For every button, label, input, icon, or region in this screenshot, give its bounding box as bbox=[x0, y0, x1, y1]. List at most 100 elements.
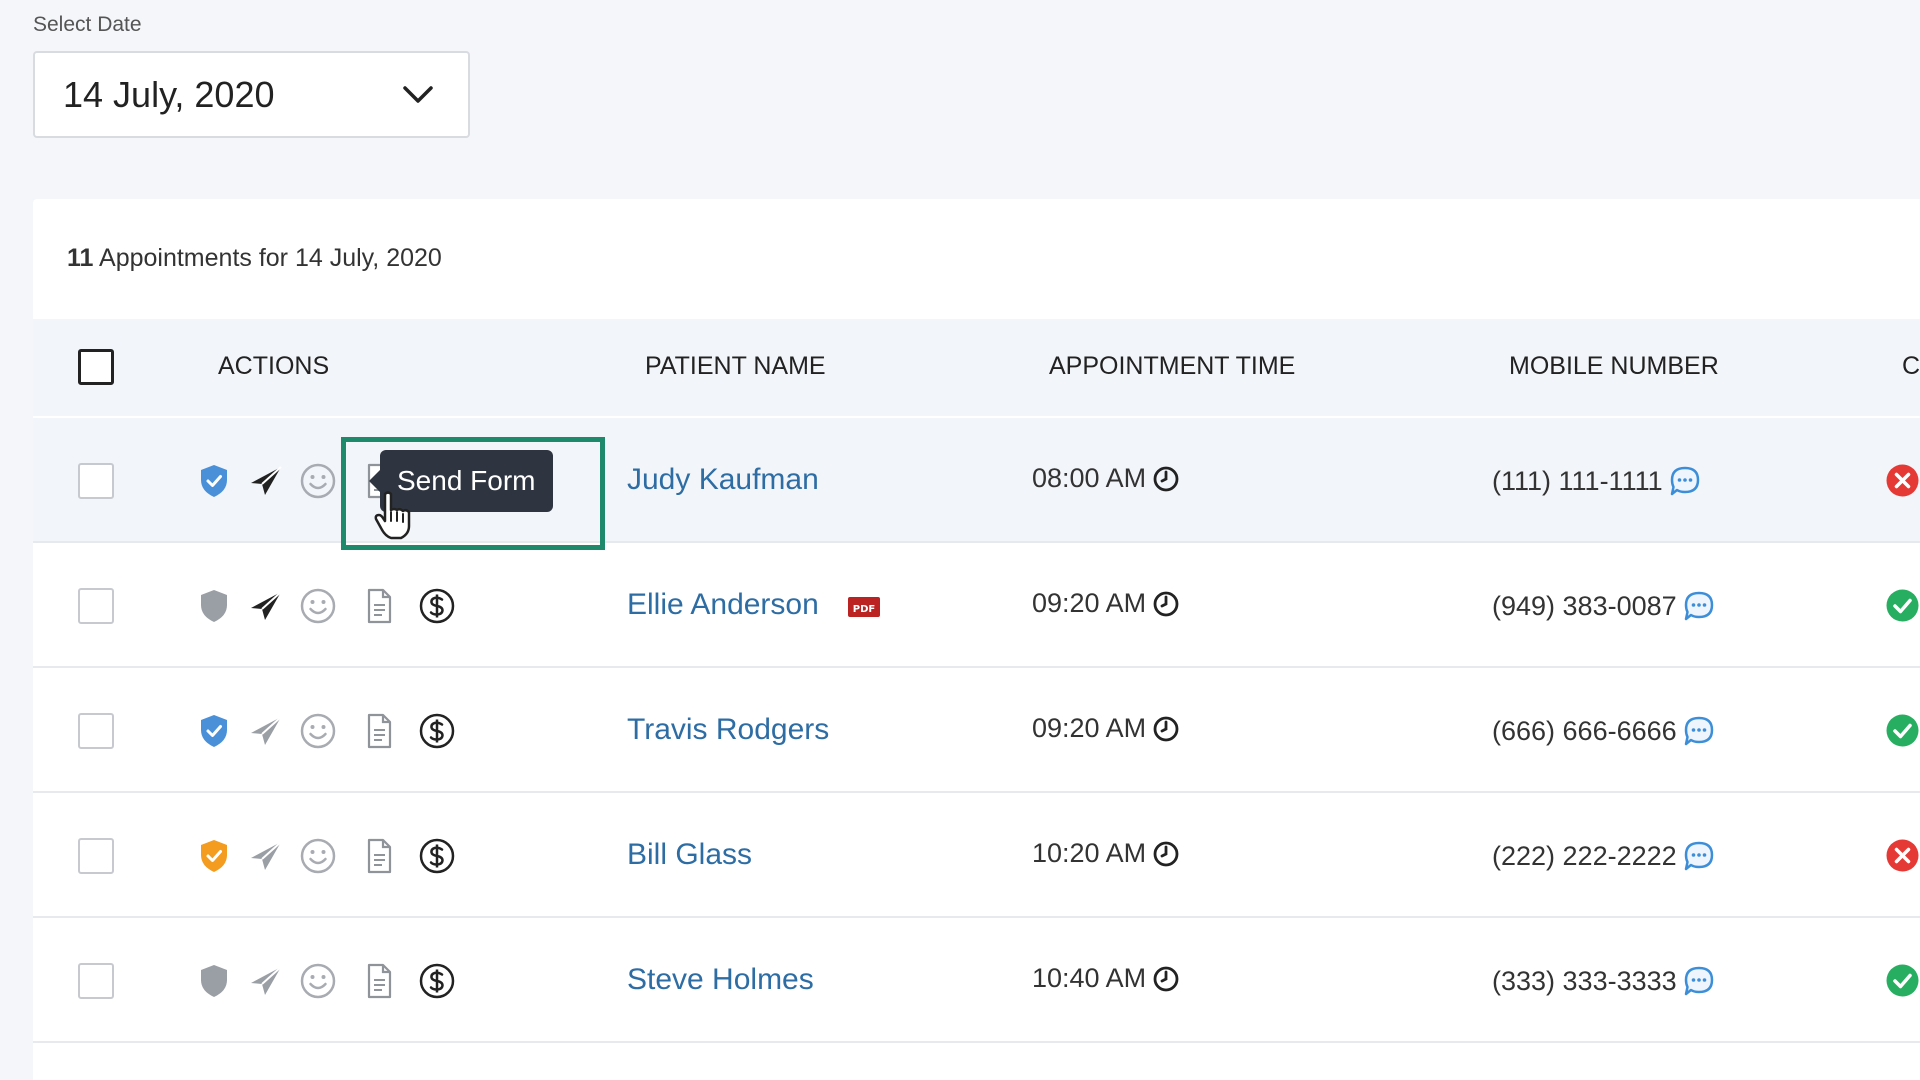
hand-cursor-icon bbox=[374, 491, 411, 540]
row-checkbox[interactable] bbox=[78, 463, 114, 499]
mobile-number-value: (949) 383-0087 bbox=[1492, 590, 1677, 621]
mobile-number: (666) 666-6666 bbox=[1492, 713, 1717, 749]
smiley-icon bbox=[300, 588, 336, 624]
appointments-count: 11 bbox=[67, 244, 94, 272]
table-row: Judy Kaufman 08:00 AM (111) 111-1111 bbox=[33, 418, 1920, 543]
patient-name-link[interactable]: Ellie Anderson bbox=[627, 588, 819, 622]
appointment-time-value: 08:00 AM bbox=[1032, 463, 1147, 493]
row-checkbox[interactable] bbox=[78, 838, 114, 874]
patient-name-link[interactable]: Judy Kaufman bbox=[627, 463, 819, 497]
header-next-column: C bbox=[1902, 352, 1920, 380]
document-icon bbox=[367, 963, 392, 999]
table-header: ACTIONS PATIENT NAME APPOINTMENT TIME MO… bbox=[33, 319, 1920, 416]
x-circle-icon bbox=[1886, 839, 1919, 872]
paper-plane-icon bbox=[251, 716, 282, 745]
verify-insurance-button[interactable] bbox=[191, 583, 237, 629]
appointment-time: 09:20 AM bbox=[1032, 713, 1180, 744]
paper-plane-icon bbox=[251, 466, 282, 495]
send-reminder-button[interactable] bbox=[243, 833, 289, 879]
patient-name-link[interactable]: Steve Holmes bbox=[627, 963, 814, 997]
clock-icon bbox=[1153, 841, 1179, 866]
mobile-number: (949) 383-0087 bbox=[1492, 588, 1717, 624]
feedback-button[interactable] bbox=[295, 958, 341, 1004]
payment-button[interactable] bbox=[414, 958, 460, 1004]
verify-insurance-button[interactable] bbox=[191, 458, 237, 504]
appointments-summary: 11 Appointments for 14 July, 2020 bbox=[67, 244, 442, 273]
payment-button[interactable] bbox=[414, 708, 460, 754]
chevron-down-icon bbox=[403, 85, 433, 103]
smiley-icon bbox=[300, 463, 336, 499]
check-circle-icon bbox=[1886, 714, 1919, 747]
shield-icon bbox=[201, 590, 227, 622]
table-row: Ellie Anderson PDF 09:20 AM (949) 383-0087 bbox=[33, 543, 1920, 668]
feedback-button[interactable] bbox=[295, 458, 341, 504]
document-icon bbox=[367, 713, 392, 749]
header-actions: ACTIONS bbox=[218, 352, 330, 380]
appointment-time: 10:40 AM bbox=[1032, 963, 1180, 994]
document-icon bbox=[367, 838, 392, 874]
appointment-time: 09:20 AM bbox=[1032, 588, 1180, 619]
send-reminder-button[interactable] bbox=[243, 958, 289, 1004]
feedback-button[interactable] bbox=[295, 708, 341, 754]
chat-bubble-icon[interactable] bbox=[1681, 963, 1717, 999]
appointment-time-value: 09:20 AM bbox=[1032, 713, 1147, 743]
send-reminder-button[interactable] bbox=[243, 583, 289, 629]
header-mobile-number: MOBILE NUMBER bbox=[1509, 352, 1719, 380]
verify-insurance-button[interactable] bbox=[191, 958, 237, 1004]
patient-name-link[interactable]: Bill Glass bbox=[627, 838, 752, 872]
clock-icon bbox=[1153, 466, 1179, 491]
feedback-button[interactable] bbox=[295, 833, 341, 879]
verify-insurance-button[interactable] bbox=[191, 708, 237, 754]
paper-plane-icon bbox=[251, 966, 282, 995]
mobile-number: (111) 111-1111 bbox=[1492, 463, 1703, 499]
send-form-button[interactable] bbox=[356, 833, 402, 879]
mobile-number-value: (111) 111-1111 bbox=[1492, 465, 1663, 496]
patient-name-link[interactable]: Travis Rodgers bbox=[627, 713, 829, 747]
appointment-time-value: 09:20 AM bbox=[1032, 588, 1147, 618]
pdf-label: PDF bbox=[853, 604, 875, 615]
send-form-button[interactable] bbox=[356, 708, 402, 754]
send-form-button[interactable] bbox=[356, 958, 402, 1004]
paper-plane-icon bbox=[251, 841, 282, 870]
appointments-panel: 11 Appointments for 14 July, 2020 ACTION… bbox=[33, 199, 1920, 1080]
pdf-icon[interactable]: PDF bbox=[847, 592, 881, 622]
mobile-number: (222) 222-2222 bbox=[1492, 838, 1717, 874]
appointment-time: 10:20 AM bbox=[1032, 838, 1180, 869]
select-all-checkbox[interactable] bbox=[78, 349, 114, 385]
clock-icon bbox=[1153, 591, 1179, 616]
table-row: Bill Glass 10:20 AM (222) 222-2222 bbox=[33, 793, 1920, 918]
feedback-button[interactable] bbox=[295, 583, 341, 629]
header-appointment-time: APPOINTMENT TIME bbox=[1049, 352, 1296, 380]
verify-insurance-button[interactable] bbox=[191, 833, 237, 879]
dollar-icon bbox=[419, 963, 455, 999]
mobile-number: (333) 333-3333 bbox=[1492, 963, 1717, 999]
chat-bubble-icon[interactable] bbox=[1667, 463, 1703, 499]
smiley-icon bbox=[300, 963, 336, 999]
appointments-summary-text: Appointments for 14 July, 2020 bbox=[99, 244, 442, 272]
send-reminder-button[interactable] bbox=[243, 458, 289, 504]
date-dropdown-value: 14 July, 2020 bbox=[63, 73, 275, 115]
shield-icon bbox=[201, 465, 227, 497]
clock-icon bbox=[1153, 716, 1179, 741]
document-icon bbox=[367, 588, 392, 624]
shield-icon bbox=[201, 715, 227, 747]
dollar-icon bbox=[419, 838, 455, 874]
row-checkbox[interactable] bbox=[78, 713, 114, 749]
appointment-time-value: 10:40 AM bbox=[1032, 963, 1147, 993]
payment-button[interactable] bbox=[414, 583, 460, 629]
shield-icon bbox=[201, 965, 227, 997]
check-circle-icon bbox=[1886, 964, 1919, 997]
select-date-label: Select Date bbox=[33, 13, 142, 36]
mobile-number-value: (333) 333-3333 bbox=[1492, 965, 1677, 996]
mobile-number-value: (222) 222-2222 bbox=[1492, 840, 1677, 871]
appointment-time-value: 10:20 AM bbox=[1032, 838, 1147, 868]
row-checkbox[interactable] bbox=[78, 963, 114, 999]
chat-bubble-icon[interactable] bbox=[1681, 588, 1717, 624]
chat-bubble-icon[interactable] bbox=[1681, 838, 1717, 874]
date-dropdown[interactable]: 14 July, 2020 bbox=[33, 51, 470, 138]
send-form-button[interactable] bbox=[356, 583, 402, 629]
send-reminder-button[interactable] bbox=[243, 708, 289, 754]
payment-button[interactable] bbox=[414, 833, 460, 879]
chat-bubble-icon[interactable] bbox=[1681, 713, 1717, 749]
row-checkbox[interactable] bbox=[78, 588, 114, 624]
